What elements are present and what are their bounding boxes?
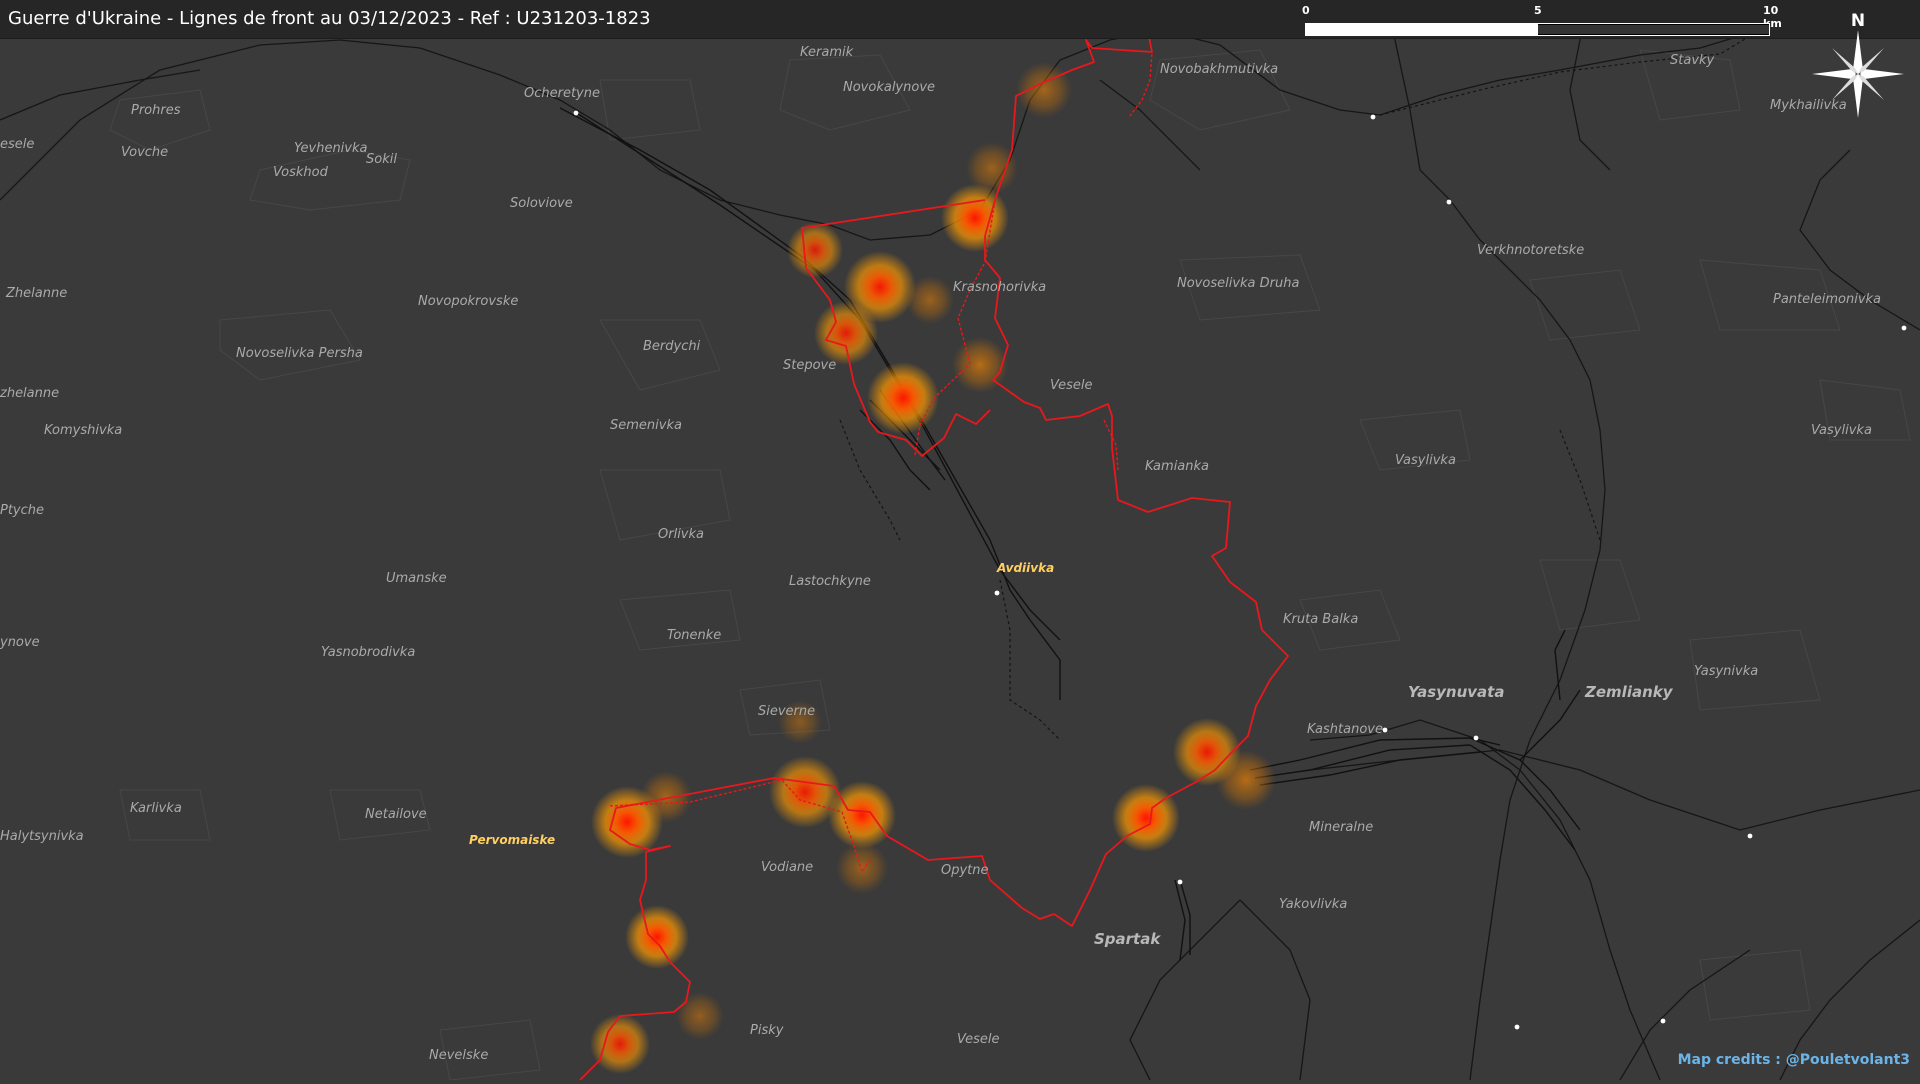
fire-hotspot: [625, 905, 689, 969]
compass-rose-icon: N: [1812, 11, 1904, 118]
place-label[interactable]: Stepove: [783, 358, 836, 373]
town-dot: [1370, 114, 1376, 120]
place-label[interactable]: Pisky: [750, 1023, 784, 1038]
town-dot: [1446, 199, 1452, 205]
town-dot: [1473, 735, 1479, 741]
fire-hotspot: [867, 362, 939, 434]
place-label[interactable]: Vesele: [957, 1032, 1000, 1047]
map-canvas[interactable]: IvanivkaKeramikNovokalynoveNovobakhmutiv…: [0, 0, 1920, 1081]
town-dot: [1660, 1018, 1666, 1024]
place-label[interactable]: Stavky: [1670, 53, 1715, 68]
fire-hotspot: [906, 276, 954, 324]
town-dot: [994, 590, 1000, 596]
place-label[interactable]: Kamianka: [1145, 459, 1209, 474]
place-label[interactable]: Tonenke: [667, 628, 721, 643]
fire-hotspot: [828, 781, 896, 849]
place-label[interactable]: Komyshivka: [44, 423, 122, 438]
place-label[interactable]: Soloviove: [510, 196, 573, 211]
place-label[interactable]: Orlivka: [658, 527, 704, 542]
town-dot: [1382, 727, 1388, 733]
place-label[interactable]: Yevhenivka: [294, 141, 368, 156]
place-label[interactable]: esele: [0, 137, 34, 152]
place-label[interactable]: Mineralne: [1309, 820, 1373, 835]
town-dot: [1177, 879, 1183, 885]
place-label[interactable]: Yasnobrodivka: [321, 645, 415, 660]
place-label[interactable]: Zhelanne: [5, 286, 67, 301]
north-label: N: [1851, 11, 1865, 31]
place-label[interactable]: Zemlianky: [1584, 683, 1674, 701]
place-label[interactable]: Novokalynove: [843, 80, 935, 95]
place-label[interactable]: Pervomaiske: [469, 833, 555, 847]
place-label[interactable]: Keramik: [800, 45, 854, 60]
place-label[interactable]: Nevelske: [429, 1048, 488, 1063]
place-label[interactable]: Avdiivka: [996, 561, 1054, 575]
place-label[interactable]: Novopokrovske: [418, 294, 518, 309]
fire-hotspot: [1016, 62, 1072, 118]
place-label[interactable]: Verkhnotoretske: [1477, 243, 1584, 258]
place-label[interactable]: ynove: [0, 635, 40, 650]
fire-hotspot: [787, 222, 843, 278]
place-label[interactable]: Vodiane: [761, 860, 813, 875]
map-svg[interactable]: IvanivkaKeramikNovokalynoveNovobakhmutiv…: [0, 0, 1920, 1081]
fire-hotspot: [941, 184, 1009, 252]
place-label[interactable]: Kruta Balka: [1283, 612, 1358, 627]
place-label[interactable]: Netailove: [365, 807, 427, 822]
fire-hotspot: [640, 771, 692, 823]
place-label[interactable]: Krasnohorivka: [953, 280, 1046, 295]
place-label[interactable]: Kashtanove: [1307, 722, 1383, 737]
map-title: Guerre d'Ukraine - Lignes de front au 03…: [8, 8, 651, 29]
map-credits: Map credits : @Pouletvolant3: [1677, 1052, 1910, 1068]
place-label[interactable]: Ocheretyne: [524, 86, 600, 101]
place-label[interactable]: Novoselivka Persha: [236, 346, 363, 361]
place-label[interactable]: Opytne: [941, 863, 989, 878]
place-label[interactable]: Yasynuvata: [1408, 683, 1504, 701]
place-label[interactable]: Spartak: [1094, 930, 1161, 948]
place-label[interactable]: Vasylivka: [1811, 423, 1872, 438]
place-label[interactable]: Vesele: [1050, 378, 1093, 393]
place-label[interactable]: Yakovlivka: [1279, 897, 1347, 912]
map-background: [0, 0, 1920, 1080]
fire-hotspot: [676, 992, 724, 1040]
place-label[interactable]: Umanske: [386, 571, 447, 586]
place-label[interactable]: Prohres: [131, 103, 181, 118]
place-label[interactable]: Berdychi: [643, 339, 701, 354]
town-dot: [1747, 833, 1753, 839]
place-label[interactable]: Vovche: [121, 145, 168, 160]
town-dot: [573, 110, 579, 116]
place-label[interactable]: Novoselivka Druha: [1177, 276, 1299, 291]
scale-label-0: 0: [1302, 4, 1310, 17]
fire-hotspot: [1112, 784, 1180, 852]
town-dot: [1514, 1024, 1520, 1030]
place-label[interactable]: Halytsynivka: [0, 829, 84, 844]
scale-label-5: 5: [1534, 4, 1542, 17]
place-label[interactable]: Semenivka: [610, 418, 682, 433]
place-label[interactable]: Vasylivka: [1395, 453, 1456, 468]
scale-segment-dark: [1537, 25, 1769, 34]
place-label[interactable]: Voskhod: [273, 165, 329, 180]
scale-bar-graphic: [1305, 23, 1770, 36]
place-label[interactable]: Sieverne: [758, 704, 815, 719]
place-label[interactable]: Lastochkyne: [789, 574, 871, 589]
scale-segment-white: [1306, 24, 1538, 35]
north-arrow: N: [1808, 8, 1908, 123]
fire-hotspot: [836, 842, 888, 894]
place-label[interactable]: Yasynivka: [1694, 664, 1758, 679]
place-label[interactable]: zhelanne: [0, 386, 59, 401]
scale-bar: 0 5 10 km: [1300, 4, 1782, 36]
fire-hotspot: [814, 301, 878, 365]
town-dot: [1901, 325, 1907, 331]
place-label[interactable]: Novobakhmutivka: [1160, 62, 1278, 77]
place-label[interactable]: Sokil: [366, 152, 397, 167]
place-label[interactable]: Panteleimonivka: [1773, 292, 1881, 307]
fire-hotspot: [590, 1014, 650, 1074]
place-label[interactable]: Ptyche: [0, 503, 44, 518]
place-label[interactable]: Karlivka: [130, 801, 182, 816]
